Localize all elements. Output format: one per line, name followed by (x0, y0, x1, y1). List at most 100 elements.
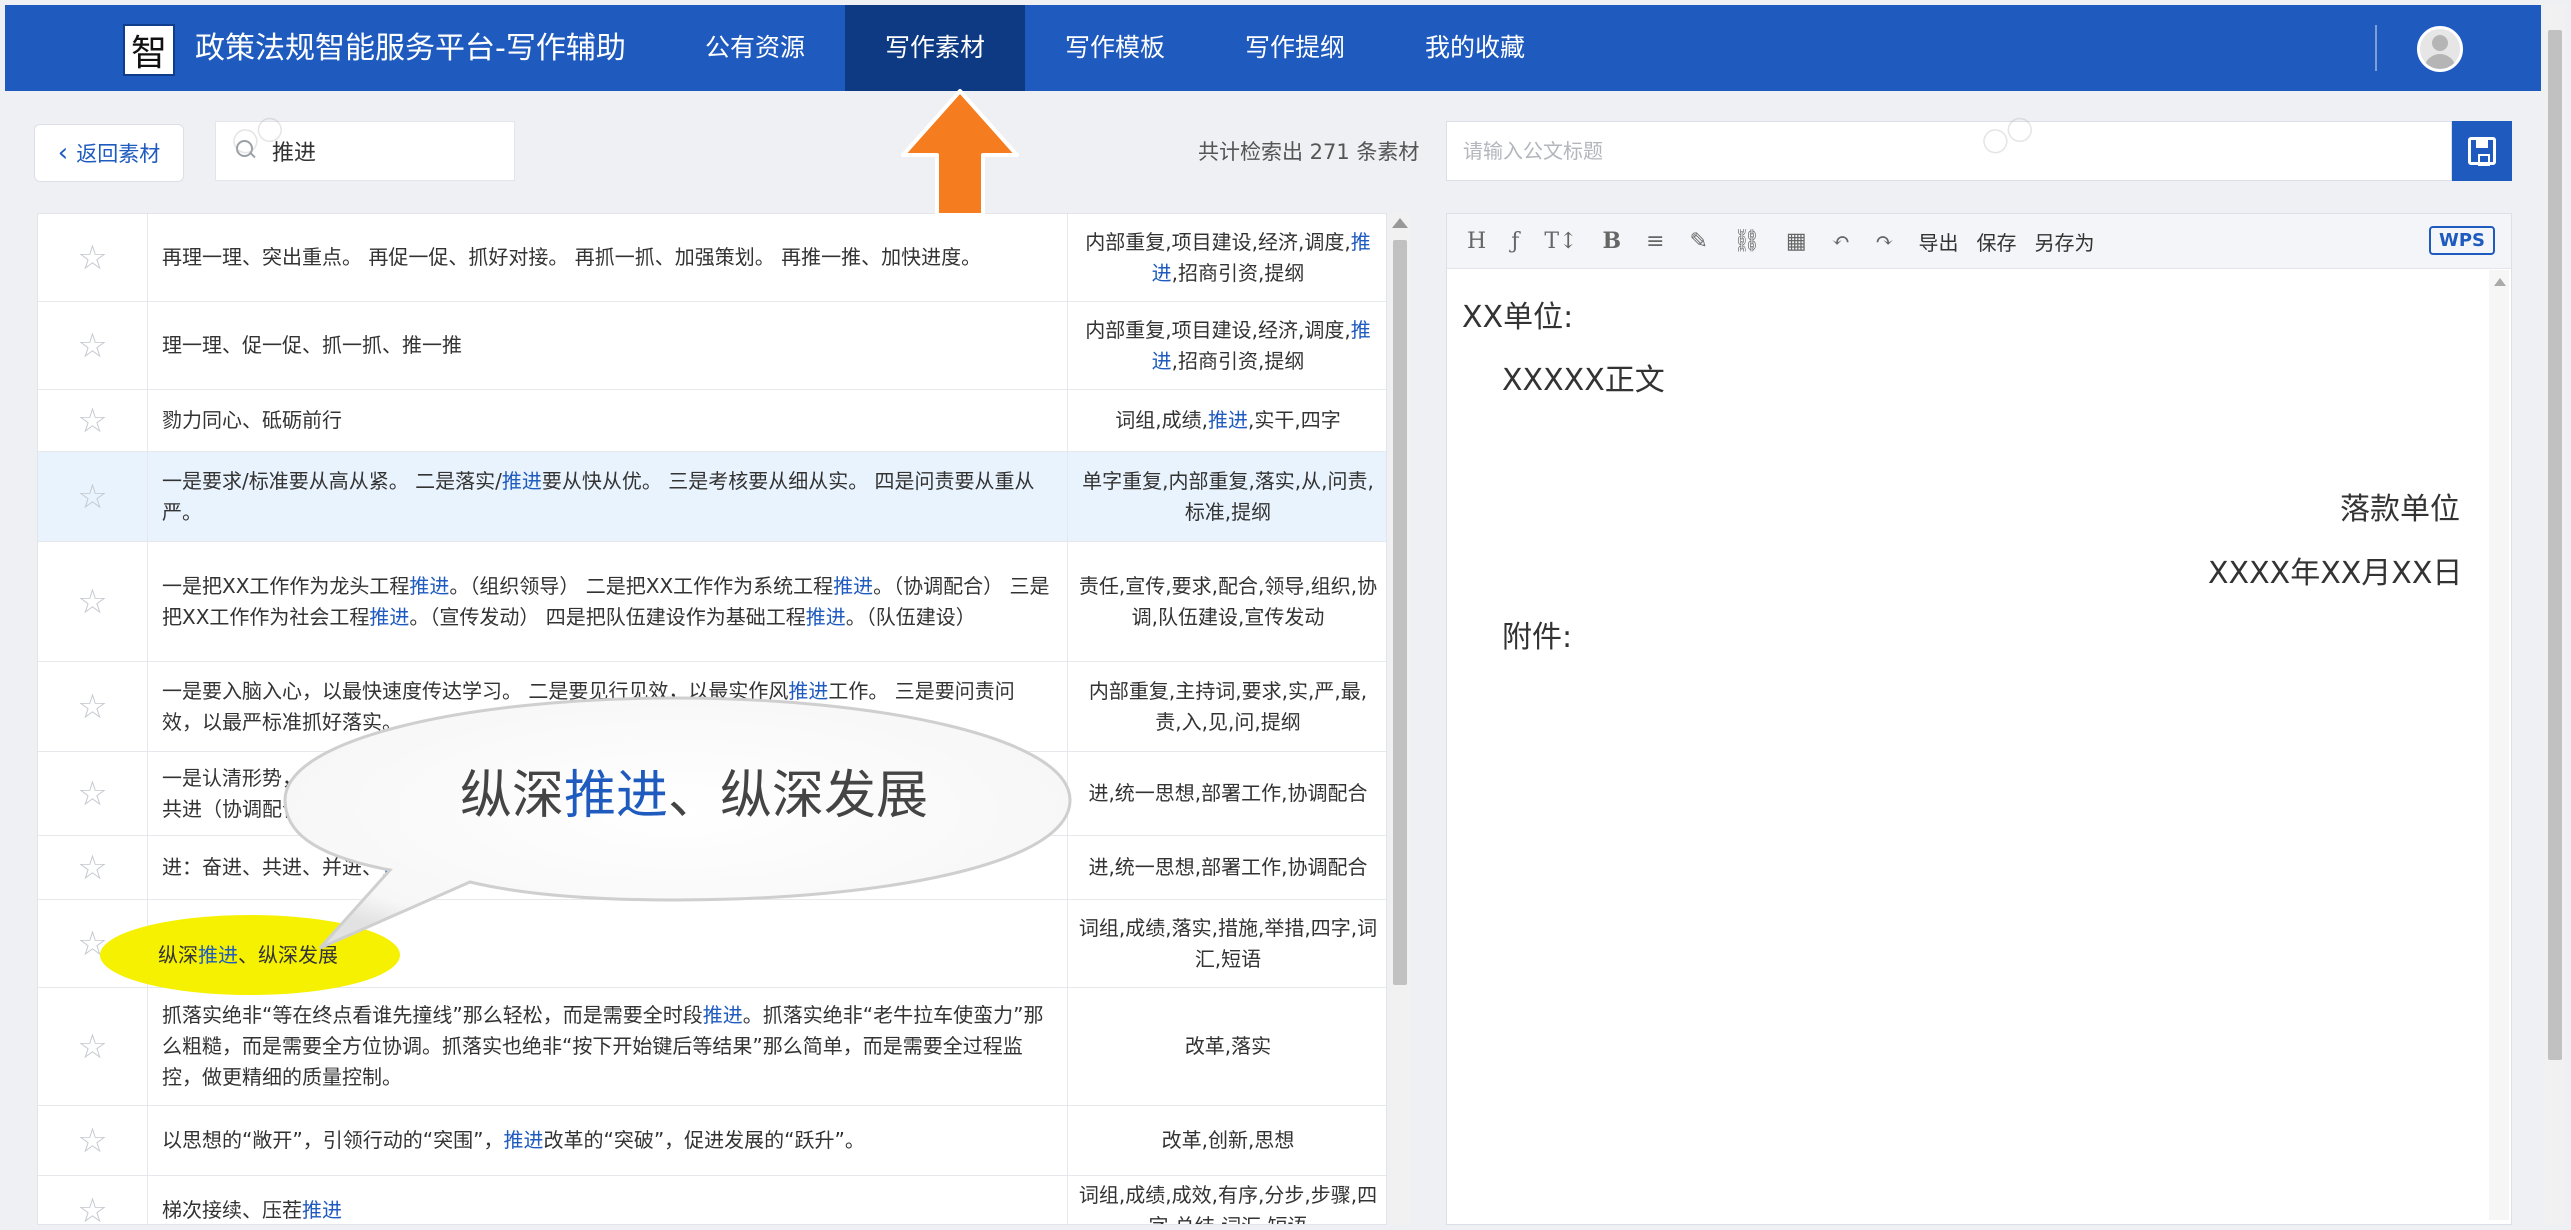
material-content[interactable]: 理一理、促一促、抓一抓、推一推 (148, 302, 1068, 389)
avatar-body-shape (2424, 54, 2456, 69)
font-size-icon[interactable]: T↕ (1544, 229, 1577, 254)
keyword-highlight: 推进 (1208, 408, 1248, 432)
star-icon[interactable]: ☆ (77, 1124, 107, 1158)
star-icon[interactable]: ☆ (77, 585, 107, 619)
favorite-cell: ☆ (38, 390, 148, 451)
table-scrollbar-thumb[interactable] (1393, 240, 1407, 985)
save-as-button[interactable]: 另存为 (2035, 227, 2095, 256)
doc-date[interactable]: XXXX年XX月XX日 (2208, 548, 2462, 592)
avatar-head-shape (2432, 35, 2448, 51)
material-content[interactable]: 一是把XX工作作为龙头工程推进。（组织领导） 二是把XX工作作为系统工程推进。（… (148, 542, 1068, 661)
star-icon[interactable]: ☆ (77, 404, 107, 438)
favorite-cell: ☆ (38, 1176, 148, 1225)
keyword-highlight: 推进 (503, 1128, 544, 1152)
wps-icon[interactable]: WPS (2428, 226, 2495, 255)
back-to-materials-button[interactable]: ‹ 返回素材 (34, 124, 184, 182)
tags-text: 内部重复,项目建设,经济,调度,推进,招商引资,提纲 (1078, 315, 1378, 377)
page-scrollbar-thumb[interactable] (2548, 30, 2562, 1060)
table-icon[interactable]: ▦ (1786, 229, 1807, 254)
table-row[interactable]: ☆ 再理一理、突出重点。 再促一促、抓好对接。 再抓一抓、加强策划。 再推一推、加… (38, 214, 1386, 302)
back-button-label: 返回素材 (76, 142, 161, 166)
favorite-cell: ☆ (38, 214, 148, 301)
keyword-highlight: 推进 (833, 573, 874, 598)
text-segment: 内部重复,项目建设,经济,调度, (1085, 317, 1351, 342)
user-avatar[interactable] (2417, 26, 2463, 72)
doc-addressee[interactable]: XX单位: (1462, 292, 1573, 336)
redo-icon[interactable]: ↷ (1875, 229, 1893, 254)
align-icon[interactable]: ≡ (1646, 229, 1664, 254)
table-row[interactable]: ☆ 一是要求/标准要从高从紧。 二是落实/推进要从快从优。 三是考核要从细从实。 … (38, 452, 1386, 542)
tags-text: 词组,成绩,推进,实干,四字 (1115, 405, 1340, 436)
star-icon[interactable]: ☆ (77, 480, 107, 514)
favorite-cell: ☆ (38, 662, 148, 751)
table-row[interactable]: ☆ 以思想的“敞开”，引领行动的“突围”，推进改革的“突破”，促进发展的“跃升”。… (38, 1106, 1386, 1176)
favorite-cell: ☆ (38, 836, 148, 899)
keyword-highlight: 推进 (501, 468, 542, 493)
highlight-pen-icon[interactable]: ✎ (1690, 229, 1708, 254)
tab-writing-outlines[interactable]: 写作提纲 (1205, 5, 1385, 91)
save-button[interactable]: 保存 (1977, 227, 2017, 256)
text-segment: 词组,成绩,成效,有序,分步,步骤,四字,总结,词汇,短语 (1078, 1182, 1378, 1225)
keyword-highlight: 推进 (409, 573, 450, 598)
material-tags: 进,统一思想,部署工作,协调配合 (1068, 752, 1386, 835)
material-tags: 内部重复,项目建设,经济,调度,推进,招商引资,提纲 (1068, 214, 1386, 301)
star-icon[interactable]: ☆ (77, 241, 107, 275)
document-title-input[interactable] (1446, 121, 2452, 181)
material-tags: 词组,成绩,成效,有序,分步,步骤,四字,总结,词汇,短语 (1068, 1176, 1386, 1225)
material-text: 理一理、促一促、抓一抓、推一推 (162, 330, 462, 361)
tags-text: 进,统一思想,部署工作,协调配合 (1088, 778, 1367, 809)
search-box[interactable] (215, 121, 515, 181)
scroll-up-arrow-icon[interactable] (1392, 218, 1408, 228)
table-row[interactable]: ☆ 梯次接续、压茬推进 词组,成绩,成效,有序,分步,步骤,四字,总结,词汇,短语 (38, 1176, 1386, 1225)
table-row[interactable]: ☆ 理一理、促一促、抓一抓、推一推 内部重复,项目建设,经济,调度,推进,招商引资,… (38, 302, 1386, 390)
editor-scrollbar[interactable] (2489, 270, 2509, 1220)
table-row[interactable]: ☆ 勠力同心、砥砺前行 词组,成绩,推进,实干,四字 (38, 390, 1386, 452)
star-icon[interactable]: ☆ (77, 690, 107, 724)
material-content[interactable]: 梯次接续、压茬推进 (148, 1176, 1068, 1224)
text-segment: 改革,创新,思想 (1161, 1128, 1295, 1152)
zoom-callout-bubble (283, 696, 1072, 950)
tab-writing-materials[interactable]: 写作素材 (845, 5, 1025, 91)
star-icon[interactable]: ☆ (77, 1030, 107, 1064)
star-icon[interactable]: ☆ (77, 851, 107, 885)
font-icon[interactable]: ƒ (1511, 229, 1519, 254)
keyword-highlight: 推进 (302, 1198, 342, 1222)
text-segment: 进,统一思想,部署工作,协调配合 (1088, 855, 1368, 879)
bold-icon[interactable]: B (1602, 228, 1621, 254)
export-button[interactable]: 导出 (1919, 227, 1959, 256)
doc-attachment[interactable]: 附件: (1502, 612, 1572, 656)
tab-public-resources[interactable]: 公有资源 (665, 5, 845, 91)
favorite-cell: ☆ (38, 988, 148, 1105)
text-segment: 词组,成绩, (1115, 408, 1208, 432)
callout-zoom-text: 纵深推进、纵深发展 (460, 753, 928, 828)
material-tags: 进,统一思想,部署工作,协调配合 (1068, 836, 1386, 899)
doc-signature[interactable]: 落款单位 (2340, 484, 2460, 528)
doc-body[interactable]: XXXXX正文 (1502, 355, 1665, 399)
tab-my-favorites[interactable]: 我的收藏 (1385, 5, 1565, 91)
table-row[interactable]: ☆ 抓落实绝非“等在终点看谁先撞线”那么轻松，而是需要全时段推进。抓落实绝非“老牛… (38, 988, 1386, 1106)
save-document-button[interactable] (2452, 121, 2512, 181)
material-content[interactable]: 一是要求/标准要从高从紧。 二是落实/推进要从快从优。 三是考核要从细从实。 四… (148, 452, 1068, 541)
text-segment: 责任,宣传,要求,配合,领导,组织,协调,队伍建设,宣传发动 (1078, 573, 1378, 629)
material-content[interactable]: 勠力同心、砥砺前行 (148, 390, 1068, 451)
material-content[interactable]: 再理一理、突出重点。 再促一促、抓好对接。 再抓一抓、加强策划。 再推一推、加快… (148, 214, 1068, 301)
star-icon[interactable]: ☆ (77, 1194, 107, 1225)
search-input[interactable] (272, 138, 502, 164)
editor-scroll-up-icon[interactable] (2494, 278, 2506, 286)
text-segment: 。（队伍建设） (845, 604, 976, 629)
text-segment: 词组,成绩,落实,措施,举措,四字,词汇,短语 (1078, 915, 1378, 971)
heading-icon[interactable]: H (1467, 229, 1486, 254)
text-segment: 一是要求/标准要从高从紧。 二是落实/ (162, 468, 502, 493)
tags-text: 词组,成绩,落实,措施,举措,四字,词汇,短语 (1078, 913, 1378, 975)
star-icon[interactable]: ☆ (77, 777, 107, 811)
tags-text: 责任,宣传,要求,配合,领导,组织,协调,队伍建设,宣传发动 (1078, 571, 1378, 633)
text-segment: 。（宣传发动） 四是把队伍建设作为基础工程 (409, 604, 806, 629)
undo-icon[interactable]: ↶ (1832, 229, 1850, 254)
text-segment: 改革,落实 (1184, 1034, 1272, 1058)
star-icon[interactable]: ☆ (77, 329, 107, 363)
link-icon[interactable]: ⛓ (1733, 229, 1761, 254)
table-row[interactable]: ☆ 一是把XX工作作为龙头工程推进。（组织领导） 二是把XX工作作为系统工程推进。… (38, 542, 1386, 662)
tab-writing-templates[interactable]: 写作模板 (1025, 5, 1205, 91)
material-content[interactable]: 以思想的“敞开”，引领行动的“突围”，推进改革的“突破”，促进发展的“跃升”。 (148, 1106, 1068, 1175)
material-content[interactable]: 抓落实绝非“等在终点看谁先撞线”那么轻松，而是需要全时段推进。抓落实绝非“老牛拉… (148, 988, 1068, 1105)
